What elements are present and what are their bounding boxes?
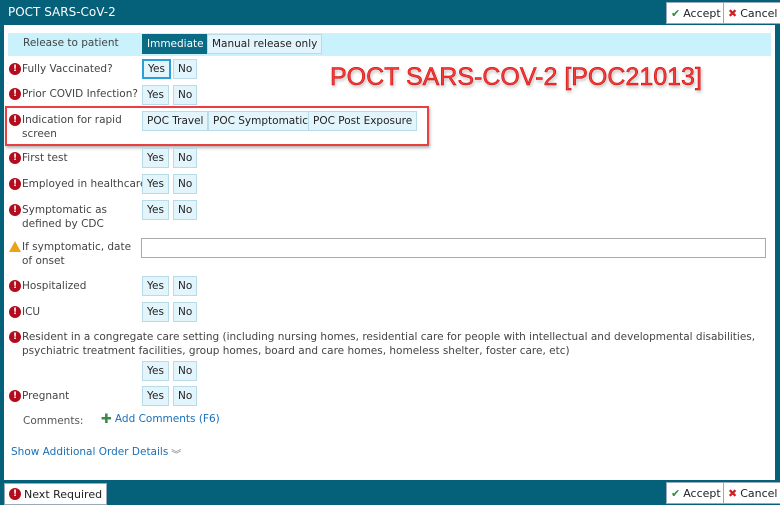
add-comments-label: Add Comments (F6)	[114, 413, 220, 425]
fully-vaccinated-yes[interactable]: Yes	[142, 59, 171, 79]
employed-healthcare-no[interactable]: No	[173, 174, 198, 194]
show-details-label: Show Additional Order Details	[11, 446, 169, 458]
required-icon: !	[9, 152, 21, 164]
order-form: Release to patient Immediate Manual rele…	[4, 25, 775, 480]
pregnant-yes[interactable]: Yes	[142, 386, 169, 406]
warning-icon	[9, 241, 21, 252]
order-code-annotation: POCT SARS-COV-2 [POC21013]	[330, 63, 702, 92]
required-icon: !	[9, 331, 21, 343]
onset-date-label: If symptomatic, date of onset	[22, 241, 132, 267]
double-chevron-down-icon: ︾	[171, 450, 182, 461]
show-details-link[interactable]: Show Additional Order Details ︾	[11, 446, 181, 461]
hospitalized-label: Hospitalized	[22, 280, 87, 292]
x-icon: ✖	[728, 486, 738, 500]
required-icon: !	[9, 63, 21, 75]
cancel-label: Cancel	[740, 6, 778, 20]
required-icon: !	[9, 88, 21, 100]
accept-button[interactable]: ✔ Accept	[666, 2, 726, 24]
prior-covid-yes[interactable]: Yes	[142, 85, 169, 105]
employed-healthcare-yes[interactable]: Yes	[142, 174, 169, 194]
first-test-no[interactable]: No	[173, 148, 198, 168]
comments-label: Comments:	[23, 415, 84, 427]
check-icon: ✔	[671, 6, 681, 20]
hospitalized-yes[interactable]: Yes	[142, 276, 169, 296]
employed-healthcare-label: Employed in healthcare	[22, 178, 147, 190]
pregnant-label: Pregnant	[22, 390, 70, 402]
next-required-button[interactable]: ! Next Required	[4, 483, 108, 505]
hospitalized-no[interactable]: No	[173, 276, 198, 296]
poc-post-exposure-button[interactable]: POC Post Exposure	[308, 111, 418, 131]
onset-date-input[interactable]	[141, 238, 766, 258]
cancel-button[interactable]: ✖ Cancel	[723, 2, 780, 24]
x-icon: ✖	[728, 6, 738, 20]
first-test-yes[interactable]: Yes	[142, 148, 169, 168]
congregate-label: Resident in a congregate care setting (i…	[22, 331, 756, 357]
manual-release-button[interactable]: Manual release only	[207, 34, 323, 54]
required-icon: !	[9, 114, 21, 126]
first-test-label: First test	[22, 152, 68, 164]
fully-vaccinated-label: Fully Vaccinated?	[22, 63, 113, 75]
cancel-label: Cancel	[740, 486, 778, 500]
congregate-yes[interactable]: Yes	[142, 361, 169, 381]
release-row	[8, 33, 771, 56]
symptomatic-cdc-no[interactable]: No	[173, 200, 198, 220]
footer-accept-button[interactable]: ✔ Accept	[666, 482, 726, 504]
prior-covid-label: Prior COVID Infection?	[22, 88, 138, 100]
fully-vaccinated-no[interactable]: No	[173, 59, 198, 79]
prior-covid-no[interactable]: No	[173, 85, 198, 105]
accept-label: Accept	[683, 486, 721, 500]
immediate-button[interactable]: Immediate	[142, 34, 209, 54]
symptomatic-cdc-label: Symptomatic as defined by CDC	[22, 204, 108, 230]
plus-icon: ✚	[101, 412, 112, 427]
pregnant-no[interactable]: No	[173, 386, 198, 406]
footer-cancel-button[interactable]: ✖ Cancel	[723, 482, 780, 504]
required-icon: !	[9, 390, 21, 402]
symptomatic-cdc-yes[interactable]: Yes	[142, 200, 169, 220]
required-icon: !	[9, 280, 21, 292]
required-icon: !	[9, 488, 21, 500]
icu-no[interactable]: No	[173, 302, 198, 322]
required-icon: !	[9, 306, 21, 318]
window-title: POCT SARS-CoV-2	[8, 5, 116, 19]
required-icon: !	[9, 178, 21, 190]
check-icon: ✔	[671, 486, 681, 500]
congregate-no[interactable]: No	[173, 361, 198, 381]
next-required-label: Next Required	[24, 487, 103, 501]
icu-yes[interactable]: Yes	[142, 302, 169, 322]
release-label: Release to patient	[23, 37, 119, 49]
icu-label: ICU	[22, 306, 41, 318]
indication-label: Indication for rapid screen	[22, 114, 122, 140]
poc-symptomatic-button[interactable]: POC Symptomatic	[208, 111, 314, 131]
add-comments-link[interactable]: ✚ Add Comments (F6)	[101, 413, 220, 427]
poc-travel-button[interactable]: POC Travel	[142, 111, 209, 131]
required-icon: !	[9, 204, 21, 216]
accept-label: Accept	[683, 6, 721, 20]
